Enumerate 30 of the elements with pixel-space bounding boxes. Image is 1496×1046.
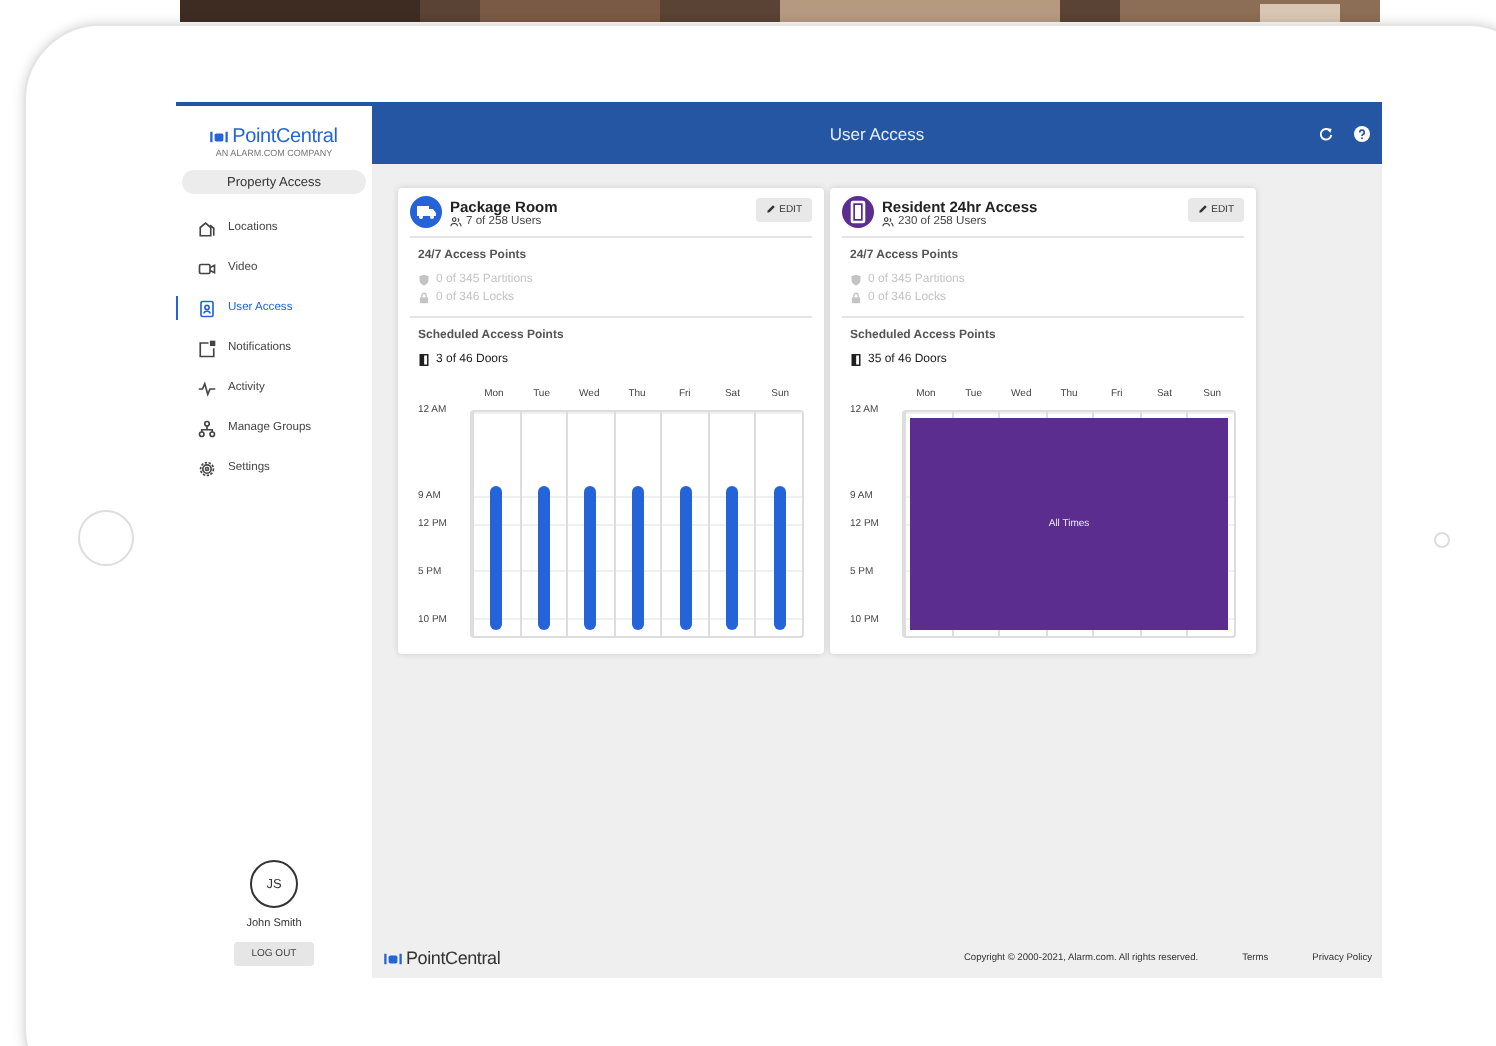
pulse-icon — [198, 379, 216, 397]
shield-icon — [418, 273, 430, 285]
users-icon — [450, 215, 462, 227]
page-title: User Access — [829, 123, 925, 143]
badge-icon — [198, 299, 216, 317]
schedule-bar[interactable] — [490, 485, 503, 630]
schedule-bar[interactable] — [537, 485, 550, 630]
groups-icon — [198, 419, 216, 437]
door-icon — [418, 353, 430, 365]
footer-logo: PointCentral — [384, 948, 501, 968]
door-icon — [850, 353, 862, 365]
house-icon — [198, 219, 216, 237]
schedule-bar[interactable] — [584, 485, 597, 630]
pencil-icon — [765, 204, 776, 214]
camera-dot — [1434, 532, 1450, 548]
schedule-bar[interactable] — [679, 485, 692, 630]
lock-icon — [418, 292, 430, 304]
pencil-icon — [1197, 204, 1208, 214]
camera-icon — [198, 259, 216, 277]
shield-icon — [850, 273, 862, 285]
help-icon[interactable] — [1354, 125, 1370, 141]
logo: PointCentral — [210, 126, 338, 148]
refresh-icon[interactable] — [1318, 125, 1334, 141]
lock-icon — [850, 292, 862, 304]
gear-icon — [198, 459, 216, 477]
schedule-bar[interactable] — [726, 485, 739, 630]
bell-icon — [198, 339, 216, 357]
schedule-bar[interactable] — [773, 485, 786, 630]
users-icon — [882, 215, 894, 227]
schedule-bar[interactable] — [632, 485, 645, 630]
